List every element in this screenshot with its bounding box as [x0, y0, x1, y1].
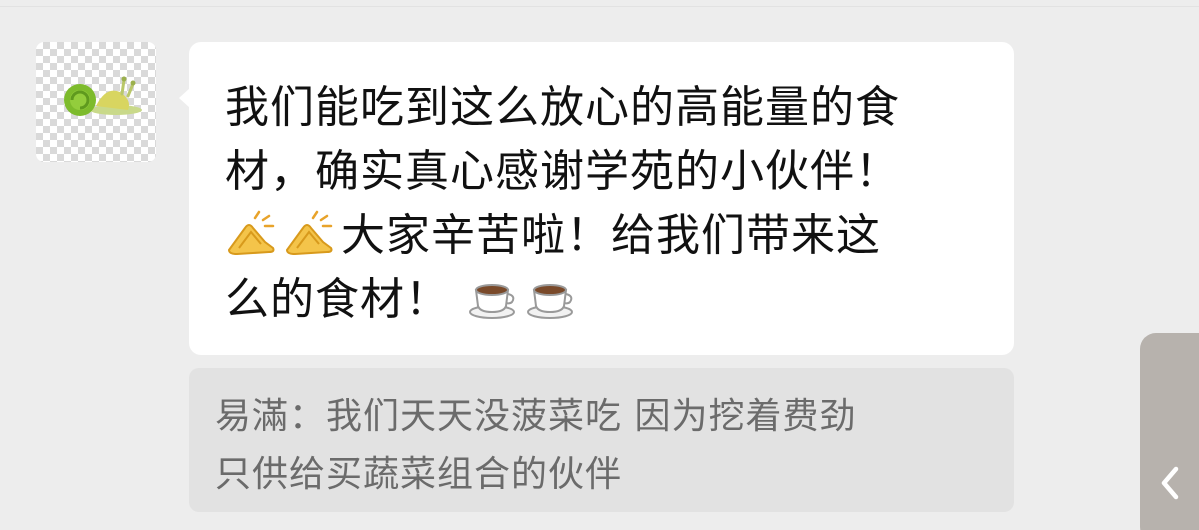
bubble-tail [179, 88, 190, 108]
quoted-message[interactable]: 易滿：我们天天没菠菜吃 因为挖着费劲 只供给买蔬菜组合的伙伴 [189, 368, 1014, 512]
snail-icon [64, 76, 142, 116]
avatar[interactable] [36, 42, 156, 162]
message-line-4: 么的食材！ [225, 274, 450, 325]
quote-line-2: 只供给买蔬菜组合的伙伴 [215, 454, 623, 495]
top-divider [0, 6, 1199, 7]
message-bubble[interactable]: 我们能吃到这么放心的高能量的食 材，确实真心感谢学苑的小伙伴！ 大家辛苦啦！给我… [179, 42, 1014, 355]
coffee-cup-icon [524, 268, 578, 322]
quote-line-1: 易滿：我们天天没菠菜吃 因为挖着费劲 [215, 396, 857, 437]
pray-hands-icon [283, 204, 337, 258]
message-line-3: 大家辛苦啦！给我们带来这 [341, 210, 881, 261]
message-line-2: 材，确实真心感谢学苑的小伙伴！ [225, 146, 900, 197]
message-text: 我们能吃到这么放心的高能量的食 材，确实真心感谢学苑的小伙伴！ 大家辛苦啦！给我… [225, 76, 984, 332]
side-panel-toggle[interactable] [1140, 333, 1199, 530]
chat-screen: 我们能吃到这么放心的高能量的食 材，确实真心感谢学苑的小伙伴！ 大家辛苦啦！给我… [0, 0, 1199, 530]
chevron-left-icon [1161, 466, 1179, 500]
message-line-1: 我们能吃到这么放心的高能量的食 [225, 82, 900, 133]
coffee-cup-icon [466, 268, 520, 322]
pray-hands-icon [225, 204, 279, 258]
quote-text: 易滿：我们天天没菠菜吃 因为挖着费劲 只供给买蔬菜组合的伙伴 [215, 388, 988, 504]
